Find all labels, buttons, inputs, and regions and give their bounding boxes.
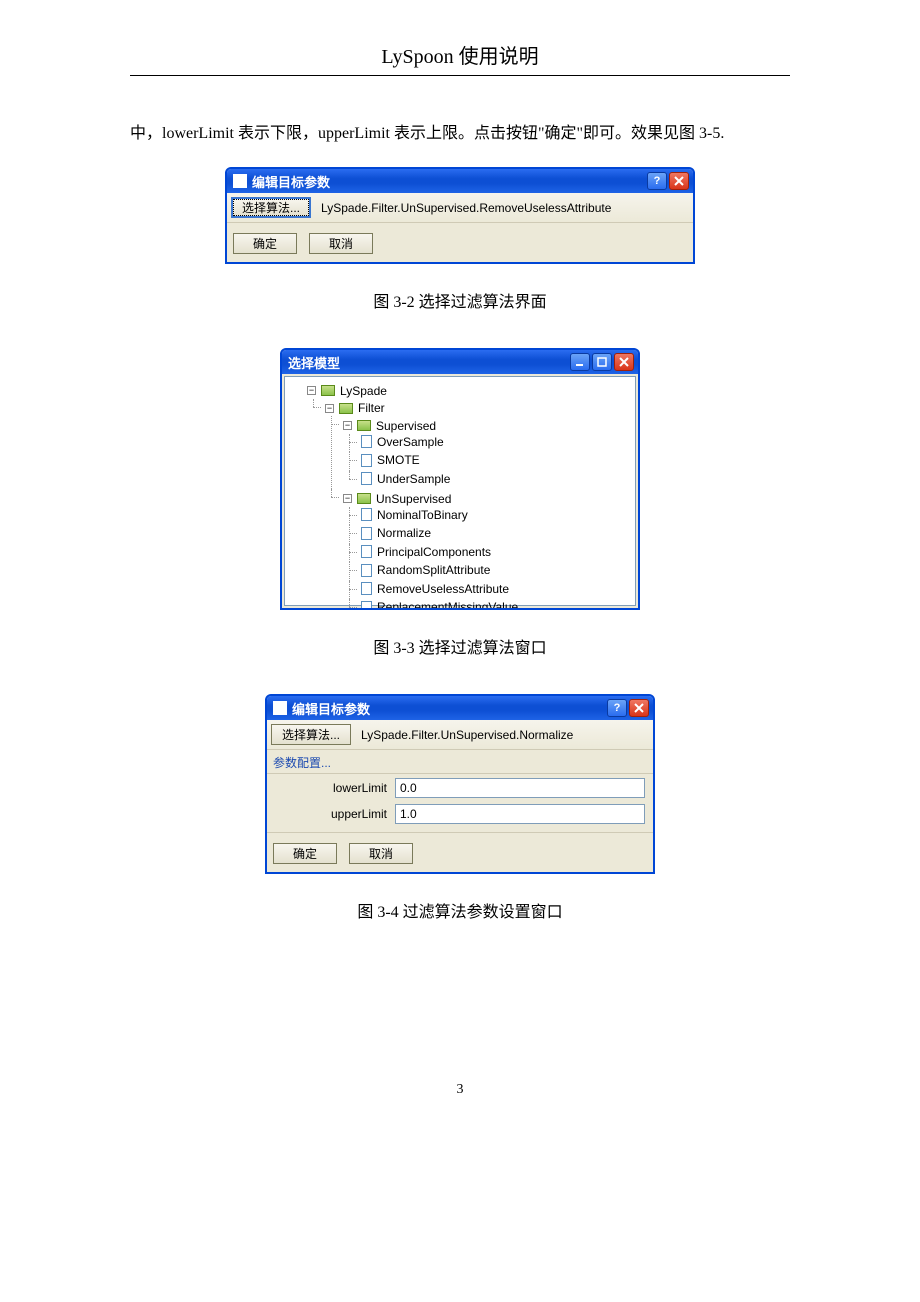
collapse-icon[interactable]: − bbox=[343, 421, 352, 430]
tree-label: Supervised bbox=[376, 418, 436, 434]
tree-label: SMOTE bbox=[377, 452, 420, 468]
ok-button[interactable]: 确定 bbox=[273, 843, 337, 864]
tree-leaf[interactable]: NominalToBinary bbox=[361, 507, 468, 523]
dialog-edit-target-params-2: 编辑目标参数 ? 选择算法... LySpade.Filter.UnSuperv… bbox=[265, 694, 655, 874]
tree-leaf[interactable]: SMOTE bbox=[361, 452, 420, 468]
tree-label: UnSupervised bbox=[376, 491, 451, 507]
tree-label: Filter bbox=[358, 400, 385, 416]
folder-icon bbox=[357, 420, 371, 431]
lowerlimit-input[interactable] bbox=[395, 778, 645, 798]
app-icon bbox=[233, 174, 247, 188]
tree-node-unsupervised[interactable]: − UnSupervised bbox=[343, 491, 451, 507]
folder-icon bbox=[339, 403, 353, 414]
algorithm-path-text: LySpade.Filter.UnSupervised.Normalize bbox=[361, 728, 573, 742]
collapse-icon[interactable]: − bbox=[307, 386, 316, 395]
page-number: 3 bbox=[130, 1082, 790, 1098]
section-params-config: 参数配置... bbox=[267, 750, 653, 774]
file-icon bbox=[361, 472, 372, 485]
dialog-edit-target-params-1: 编辑目标参数 ? 选择算法... LySpade.Filter.UnSuperv… bbox=[225, 167, 695, 264]
param-label-upperlimit: upperLimit bbox=[275, 807, 395, 821]
file-icon bbox=[361, 582, 372, 595]
help-button[interactable]: ? bbox=[607, 699, 627, 717]
close-button[interactable] bbox=[669, 172, 689, 190]
tree-label: Normalize bbox=[377, 525, 431, 541]
tree-node-filter[interactable]: − Filter bbox=[325, 400, 385, 416]
file-icon bbox=[361, 454, 372, 467]
tree-label: NominalToBinary bbox=[377, 507, 468, 523]
window-title: 编辑目标参数 bbox=[292, 699, 607, 718]
tree-label: OverSample bbox=[377, 434, 444, 450]
cancel-button[interactable]: 取消 bbox=[309, 233, 373, 254]
maximize-icon bbox=[597, 357, 607, 367]
tree-label: PrincipalComponents bbox=[377, 544, 491, 560]
tree-label: RandomSplitAttribute bbox=[377, 562, 490, 578]
tree-node-root[interactable]: − LySpade bbox=[307, 383, 387, 399]
tree-label: LySpade bbox=[340, 383, 387, 399]
figure-caption-3-4: 图 3-4 过滤算法参数设置窗口 bbox=[130, 898, 790, 922]
tree-leaf[interactable]: ReplacementMissingValue bbox=[361, 599, 518, 610]
tree-node-supervised[interactable]: − Supervised bbox=[343, 418, 436, 434]
file-icon bbox=[361, 527, 372, 540]
tree-leaf[interactable]: PrincipalComponents bbox=[361, 544, 491, 560]
dialog-select-model: 选择模型 − LySpade bbox=[280, 348, 640, 610]
collapse-icon[interactable]: − bbox=[343, 494, 352, 503]
minimize-button[interactable] bbox=[570, 353, 590, 371]
titlebar[interactable]: 选择模型 bbox=[282, 350, 638, 374]
file-icon bbox=[361, 508, 372, 521]
file-icon bbox=[361, 545, 372, 558]
figure-caption-3-3: 图 3-3 选择过滤算法窗口 bbox=[130, 634, 790, 658]
tree-leaf[interactable]: RandomSplitAttribute bbox=[361, 562, 490, 578]
close-button[interactable] bbox=[629, 699, 649, 717]
file-icon bbox=[361, 435, 372, 448]
tree-leaf[interactable]: Normalize bbox=[361, 525, 431, 541]
algorithm-tree[interactable]: − LySpade − Filter bbox=[284, 376, 636, 606]
ok-button[interactable]: 确定 bbox=[233, 233, 297, 254]
titlebar[interactable]: 编辑目标参数 ? bbox=[227, 169, 693, 193]
app-icon bbox=[273, 701, 287, 715]
file-icon bbox=[361, 564, 372, 577]
collapse-icon[interactable]: − bbox=[325, 404, 334, 413]
file-icon bbox=[361, 601, 372, 611]
tree-label: ReplacementMissingValue bbox=[377, 599, 518, 610]
folder-icon bbox=[357, 493, 371, 504]
maximize-button[interactable] bbox=[592, 353, 612, 371]
tree-leaf[interactable]: UnderSample bbox=[361, 471, 450, 487]
upperlimit-input[interactable] bbox=[395, 804, 645, 824]
figure-caption-3-2: 图 3-2 选择过滤算法界面 bbox=[130, 288, 790, 312]
help-button[interactable]: ? bbox=[647, 172, 667, 190]
minimize-icon bbox=[575, 357, 585, 367]
tree-label: RemoveUselessAttribute bbox=[377, 581, 509, 597]
select-algorithm-button[interactable]: 选择算法... bbox=[231, 197, 311, 218]
body-paragraph: 中，lowerLimit 表示下限，upperLimit 表示上限。点击按钮"确… bbox=[130, 116, 790, 151]
page-header: LySpoon 使用说明 bbox=[130, 40, 790, 76]
window-title: 选择模型 bbox=[288, 353, 570, 372]
tree-leaf[interactable]: OverSample bbox=[361, 434, 444, 450]
titlebar[interactable]: 编辑目标参数 ? bbox=[267, 696, 653, 720]
folder-icon bbox=[321, 385, 335, 396]
tree-leaf[interactable]: RemoveUselessAttribute bbox=[361, 581, 509, 597]
close-icon bbox=[619, 357, 629, 367]
close-icon bbox=[674, 176, 684, 186]
tree-label: UnderSample bbox=[377, 471, 450, 487]
close-icon bbox=[634, 703, 644, 713]
select-algorithm-button[interactable]: 选择算法... bbox=[271, 724, 351, 745]
algorithm-path-text: LySpade.Filter.UnSupervised.RemoveUseles… bbox=[321, 201, 611, 215]
window-title: 编辑目标参数 bbox=[252, 172, 647, 191]
param-label-lowerlimit: lowerLimit bbox=[275, 781, 395, 795]
cancel-button[interactable]: 取消 bbox=[349, 843, 413, 864]
close-button[interactable] bbox=[614, 353, 634, 371]
